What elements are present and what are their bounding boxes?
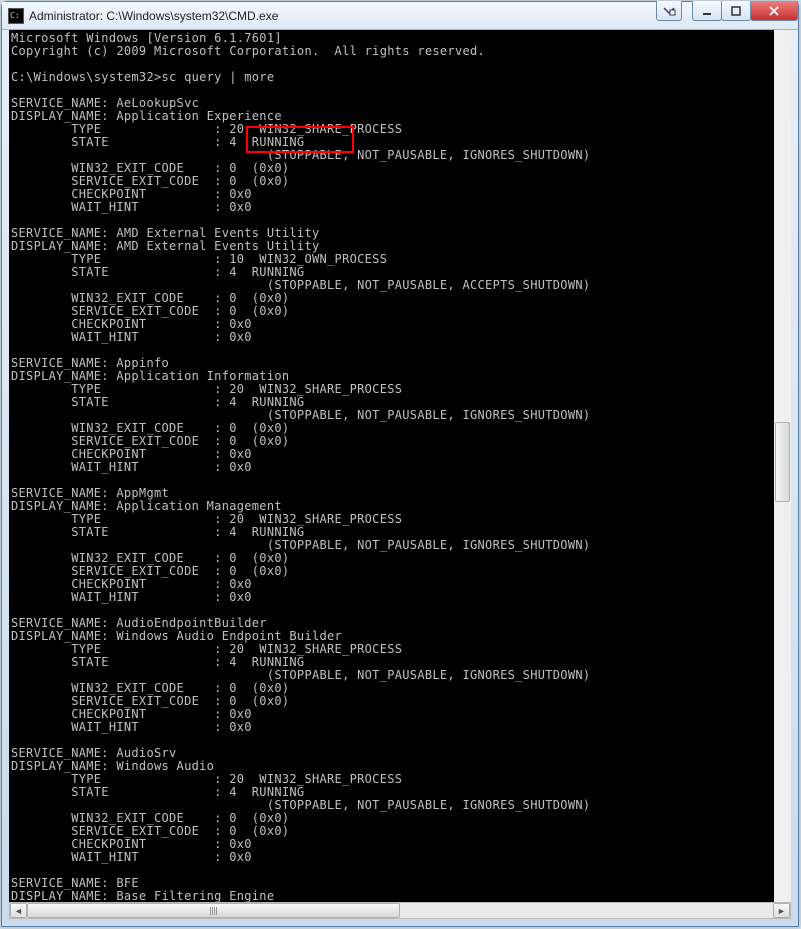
close-button[interactable] xyxy=(750,1,798,21)
scroll-right-button[interactable]: ► xyxy=(773,903,790,918)
scroll-track[interactable] xyxy=(27,903,773,918)
horizontal-scroll-thumb[interactable] xyxy=(27,903,400,918)
window-title: Administrator: C:\Windows\system32\CMD.e… xyxy=(29,9,278,23)
console-output: Microsoft Windows [Version 6.1.7601] Cop… xyxy=(9,30,791,902)
window-controls xyxy=(657,1,798,21)
help-button[interactable] xyxy=(656,1,682,21)
cmd-icon: C: xyxy=(8,8,24,24)
vertical-scrollbar[interactable] xyxy=(774,30,791,902)
scroll-left-button[interactable]: ◄ xyxy=(10,903,27,918)
minimize-button[interactable] xyxy=(692,1,722,21)
titlebar[interactable]: C: Administrator: C:\Windows\system32\CM… xyxy=(2,2,798,30)
horizontal-scrollbar[interactable]: ◄ ► xyxy=(9,902,791,919)
vertical-scroll-thumb[interactable] xyxy=(775,422,790,502)
cmd-window: C: Administrator: C:\Windows\system32\CM… xyxy=(1,1,799,927)
console-client-area[interactable]: Microsoft Windows [Version 6.1.7601] Cop… xyxy=(9,30,791,902)
maximize-button[interactable] xyxy=(721,1,751,21)
